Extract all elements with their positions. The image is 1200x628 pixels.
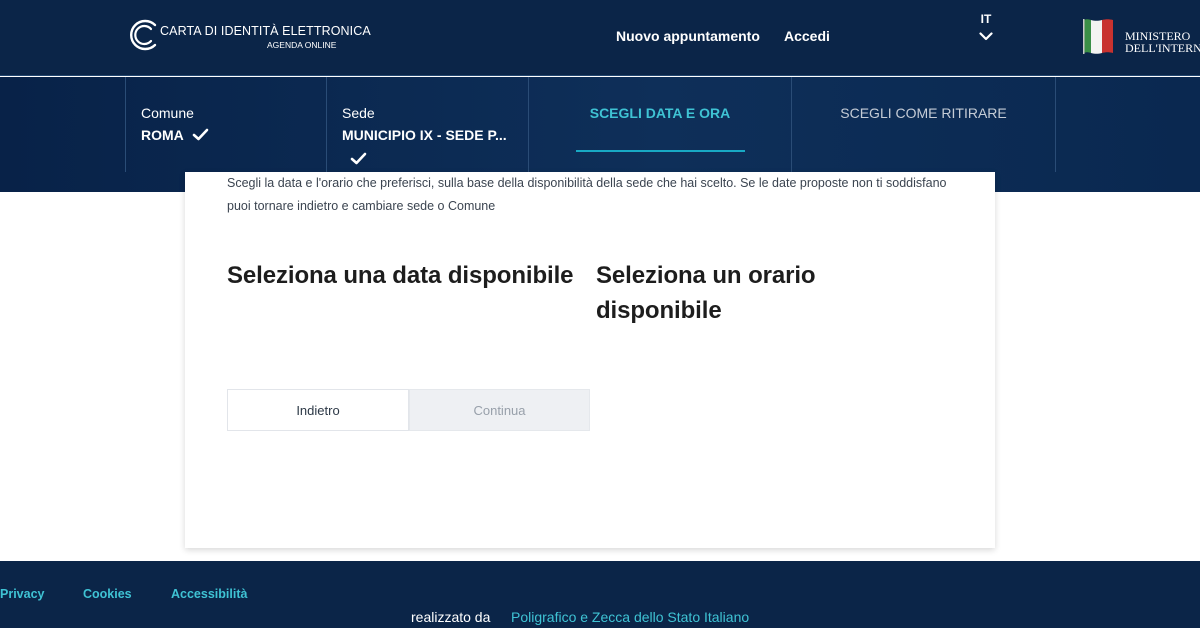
step-date-time[interactable]: SCEGLI DATA E ORA	[529, 77, 791, 172]
language-code: IT	[980, 12, 992, 26]
step-sede[interactable]: Sede MUNICIPIO IX - SEDE P...	[327, 77, 529, 172]
check-icon	[350, 152, 367, 165]
continue-button[interactable]: Continua	[409, 389, 590, 431]
back-button[interactable]: Indietro	[227, 389, 409, 431]
step-label: Sede	[342, 105, 375, 121]
italian-flag-icon	[1083, 19, 1113, 54]
new-appointment-link[interactable]: Nuovo appuntamento	[616, 28, 760, 44]
time-section-title: Seleziona un orario disponibile	[596, 262, 816, 324]
chevron-down-icon	[979, 32, 993, 41]
logo-title: CARTA DI IDENTITÀ ELETTRONICA	[160, 24, 371, 38]
step-value: ROMA	[141, 127, 209, 143]
footer-link-privacy[interactable]: Privacy	[0, 587, 44, 601]
language-selector[interactable]: IT	[974, 12, 998, 41]
app-logo[interactable]: CARTA DI IDENTITÀ ELETTRONICA AGENDA ONL…	[127, 16, 371, 56]
ministry-logo[interactable]: MINISTERO DELL'INTERNO	[1080, 14, 1200, 58]
cie-logo-icon	[130, 19, 157, 51]
footer-link-cookies[interactable]: Cookies	[83, 587, 132, 601]
date-section-title: Seleziona una data disponibile	[227, 262, 574, 289]
ministry-line2: DELL'INTERNO	[1125, 41, 1200, 55]
step-title: SCEGLI DATA E ORA	[589, 105, 731, 121]
login-link[interactable]: Accedi	[784, 28, 830, 44]
step-label: Comune	[141, 105, 194, 121]
active-step-indicator	[576, 150, 745, 152]
page: CARTA DI IDENTITÀ ELETTRONICA AGENDA ONL…	[0, 0, 1200, 628]
footer: Privacy Cookies Accessibilità realizzato…	[0, 561, 1200, 628]
step-title: SCEGLI COME RITIRARE	[840, 105, 1007, 121]
intro-text: Scegli la data e l'orario che preferisci…	[227, 176, 947, 213]
check-icon	[192, 128, 209, 141]
maker-link[interactable]: Poligrafico e Zecca dello Stato Italiano	[511, 609, 749, 625]
step-value: MUNICIPIO IX - SEDE P...	[342, 127, 507, 143]
ministry-name: MINISTERO DELL'INTERNO	[1125, 30, 1200, 54]
made-by-label: realizzato da	[411, 609, 491, 625]
step-comune[interactable]: Comune ROMA	[125, 77, 327, 172]
logo-subtitle: AGENDA ONLINE	[267, 40, 337, 50]
step-pickup[interactable]: SCEGLI COME RITIRARE	[791, 77, 1056, 172]
footer-link-accessibility[interactable]: Accessibilità	[171, 587, 247, 601]
top-header: CARTA DI IDENTITÀ ELETTRONICA AGENDA ONL…	[0, 0, 1200, 76]
appointment-card: Scegli la data e l'orario che preferisci…	[185, 172, 995, 548]
